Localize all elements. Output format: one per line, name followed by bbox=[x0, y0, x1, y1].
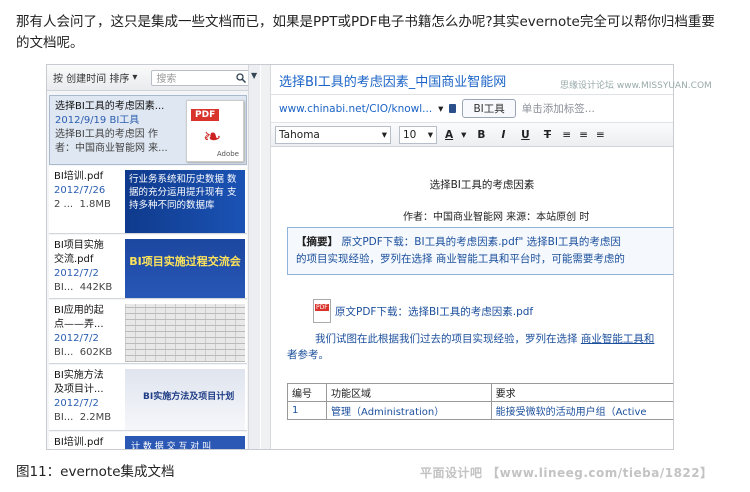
file-size: 602KB bbox=[79, 347, 113, 358]
note-meta: 2 ... bbox=[54, 199, 74, 210]
paragraph-link[interactable]: 商业智能工具和 bbox=[581, 333, 655, 345]
list-item[interactable]: 选择BI工具的考虑因素... 2012/9/19 BI工具 选择BI工具的考虑因… bbox=[49, 95, 247, 165]
list-item[interactable]: BI项目实施 交流.pdf 2012/7/2 BI... 442KB BI项目实… bbox=[49, 235, 247, 299]
chevron-down-icon[interactable]: ▾ bbox=[461, 129, 466, 141]
font-family-select[interactable]: Tahoma ▾ bbox=[275, 125, 391, 144]
site-watermark: 思缘设计论坛 www.MISSYUAN.COM bbox=[560, 81, 712, 91]
summary-box: 【摘要】 原文PDF下载：BI工具的考虑因素.pdf" 选择BI工具的考虑因 的… bbox=[287, 227, 673, 275]
align-center-icon[interactable]: ≡ bbox=[579, 129, 588, 141]
summary-line-1: 原文PDF下载：BI工具的考虑因素.pdf" 选择BI工具的考虑因 bbox=[338, 236, 621, 248]
doc-thumbnail: BI实施方法及项目计划 bbox=[125, 369, 245, 430]
note-title-cont: 及项目计... bbox=[54, 384, 104, 395]
file-size: 442KB bbox=[79, 282, 113, 293]
note-editor: 选择BI工具的考虑因素_中国商业智能网 www.chinabi.net/CIO/… bbox=[261, 65, 673, 449]
note-title: 选择BI工具的考虑因素... bbox=[55, 101, 165, 112]
note-snippet: 选择BI工具的考虑因 作 bbox=[55, 129, 158, 140]
pdf-icon: PDF bbox=[313, 299, 331, 323]
attachment-label: 原文PDF下载：选择BI工具的考虑因素.pdf bbox=[335, 305, 534, 318]
note-date: 2012/7/2 bbox=[54, 398, 99, 409]
table-header-row: 编号 功能区域 要求 bbox=[287, 383, 673, 402]
note-title: BI项目实施 bbox=[54, 240, 104, 251]
list-item[interactable]: BI培训.pdf 2012/7/26 2 ... 1.8MB 行业务系统和历史数… bbox=[49, 166, 247, 234]
pdf-thumbnail: PDF ❧ Adobe bbox=[186, 100, 244, 162]
note-tag: BI工具 bbox=[109, 115, 140, 126]
note-date: 2012/9/19 bbox=[55, 115, 107, 126]
table-cell: 1 bbox=[287, 401, 328, 420]
search-icon bbox=[236, 72, 247, 83]
note-title-cont: 交流.pdf bbox=[54, 254, 94, 265]
note-body[interactable]: 选择BI工具的考虑因素 作者：中国商业智能网 来源：本站原创 时 【摘要】 原文… bbox=[287, 149, 673, 449]
chevron-down-icon[interactable]: ▾ bbox=[438, 103, 443, 115]
note-list-panel: 按 创建时间 排序 ▾ 搜索 ▼ 选择BI工具的考虑因素... 2012/9/1… bbox=[47, 65, 260, 449]
note-title: BI实施方法 bbox=[54, 370, 104, 381]
underline-button[interactable]: U bbox=[518, 129, 532, 141]
list-item[interactable]: BI实施方法 及项目计... 2012/7/2 BI... 2.2MB BI实施… bbox=[49, 365, 247, 431]
list-item[interactable]: BI应用的起 点——弄... 2012/7/2 BI... 602KB bbox=[49, 300, 247, 364]
figure-caption: 图11：evernote集成文档 bbox=[16, 464, 175, 480]
intro-text: 那有人会问了，这只是集成一些文档而已，如果是PPT或PDF电子书籍怎么办呢?其实… bbox=[16, 14, 715, 51]
add-tag-input[interactable]: 单击添加标签... bbox=[522, 101, 595, 116]
file-size: 2.2MB bbox=[79, 412, 112, 423]
sort-dropdown[interactable]: 按 创建时间 排序 ▾ bbox=[53, 70, 137, 85]
chevron-down-icon: ▾ bbox=[132, 72, 138, 83]
note-title: BI培训.pdf bbox=[54, 437, 104, 448]
align-right-icon[interactable]: ≡ bbox=[596, 129, 605, 141]
chevron-down-icon: ▼ bbox=[251, 71, 258, 80]
body-paragraph: 我们试图在此根据我们过去的项目实现经验，罗列在选择 商业智能工具和 bbox=[287, 331, 673, 347]
author-line: 作者：中国商业智能网 来源：本站原创 时 bbox=[403, 212, 590, 223]
watermark: 平面设计吧 【www.lineeg.com/tieba/1822】 bbox=[420, 466, 713, 480]
tag-chip[interactable]: BI工具 bbox=[462, 99, 516, 118]
table-cell: 能接受微软的活动用户组（Active bbox=[490, 401, 673, 420]
doc-thumbnail: 计 数 据 交 互 对 叫 bbox=[125, 436, 245, 449]
tag-icon bbox=[449, 104, 457, 113]
url-tag-bar: www.chinabi.net/CIO/knowl... ▾ BI工具 单击添加… bbox=[271, 95, 673, 123]
note-title: BI应用的起 bbox=[54, 305, 104, 316]
summary-line-2: 的项目实现经验，罗列在选择 商业智能工具和平台时，可能需要考虑的 bbox=[296, 253, 625, 265]
paragraph-text: 我们试图在此根据我们过去的项目实现经验，罗列在选择 bbox=[315, 333, 581, 345]
chevron-down-icon: ▾ bbox=[381, 128, 387, 141]
doc-thumbnail: 行业务系统和历史数据 数据的充分运用提升现有 支持多种不同的数据库 bbox=[125, 170, 245, 233]
note-meta: BI... bbox=[54, 412, 74, 423]
sort-label: 按 创建时间 排序 bbox=[53, 74, 130, 85]
list-item[interactable]: BI培训.pdf 计 数 据 交 互 对 叫 bbox=[49, 432, 247, 449]
table-header: 要求 bbox=[490, 383, 673, 402]
chevron-down-icon: ▾ bbox=[427, 128, 433, 141]
evernote-window: 按 创建时间 排序 ▾ 搜索 ▼ 选择BI工具的考虑因素... 2012/9/1… bbox=[46, 64, 674, 450]
search-placeholder: 搜索 bbox=[156, 74, 177, 85]
table-cell: 管理（Administration） bbox=[326, 401, 492, 420]
file-size: 1.8MB bbox=[79, 199, 111, 210]
paragraph-cont: 者参考。 bbox=[287, 349, 329, 361]
pdf-attachment[interactable]: PDF 原文PDF下载：选择BI工具的考虑因素.pdf bbox=[287, 299, 673, 323]
font-size-value: 10 bbox=[403, 128, 417, 141]
note-date: 2012/7/2 bbox=[54, 268, 99, 279]
note-meta: BI... bbox=[54, 347, 74, 358]
format-toolbar: Tahoma ▾ 10 ▾ A ▾ B I U T ≡ ≡ ≡ bbox=[271, 123, 673, 147]
list-scrollbar[interactable]: ▼ bbox=[248, 65, 260, 449]
note-list-toolbar: 按 创建时间 排序 ▾ 搜索 bbox=[47, 65, 259, 91]
italic-button[interactable]: I bbox=[496, 129, 510, 141]
requirements-table: 编号 功能区域 要求 1 管理（Administration） 能接受微软的活动… bbox=[287, 383, 673, 420]
doc-heading: 选择BI工具的考虑因素 bbox=[429, 179, 535, 191]
search-input[interactable]: 搜索 bbox=[151, 69, 252, 86]
note-date: 2012/7/2 bbox=[54, 333, 99, 344]
note-snippet: 者：中国商业智能网 来... bbox=[55, 143, 168, 154]
note-date: 2012/7/26 bbox=[54, 185, 106, 196]
editor-splitter[interactable] bbox=[261, 65, 271, 449]
align-left-icon[interactable]: ≡ bbox=[562, 129, 571, 141]
table-header: 编号 bbox=[287, 383, 328, 402]
note-meta: BI... bbox=[54, 282, 74, 293]
note-title-cont: 点——弄... bbox=[54, 319, 104, 330]
note-title: BI培训.pdf bbox=[54, 171, 104, 182]
doc-thumbnail: BI项目实施过程交流会 bbox=[125, 239, 245, 298]
bold-button[interactable]: B bbox=[474, 129, 488, 141]
font-color-button[interactable]: A bbox=[445, 129, 453, 141]
source-url[interactable]: www.chinabi.net/CIO/knowl... bbox=[279, 103, 432, 115]
table-header: 功能区域 bbox=[326, 383, 492, 402]
table-row: 1 管理（Administration） 能接受微软的活动用户组（Active bbox=[287, 401, 673, 420]
strikethrough-button[interactable]: T bbox=[540, 129, 554, 141]
font-family-value: Tahoma bbox=[279, 128, 320, 141]
summary-label: 【摘要】 bbox=[296, 236, 338, 248]
doc-thumbnail bbox=[125, 304, 245, 362]
font-size-select[interactable]: 10 ▾ bbox=[399, 125, 437, 144]
